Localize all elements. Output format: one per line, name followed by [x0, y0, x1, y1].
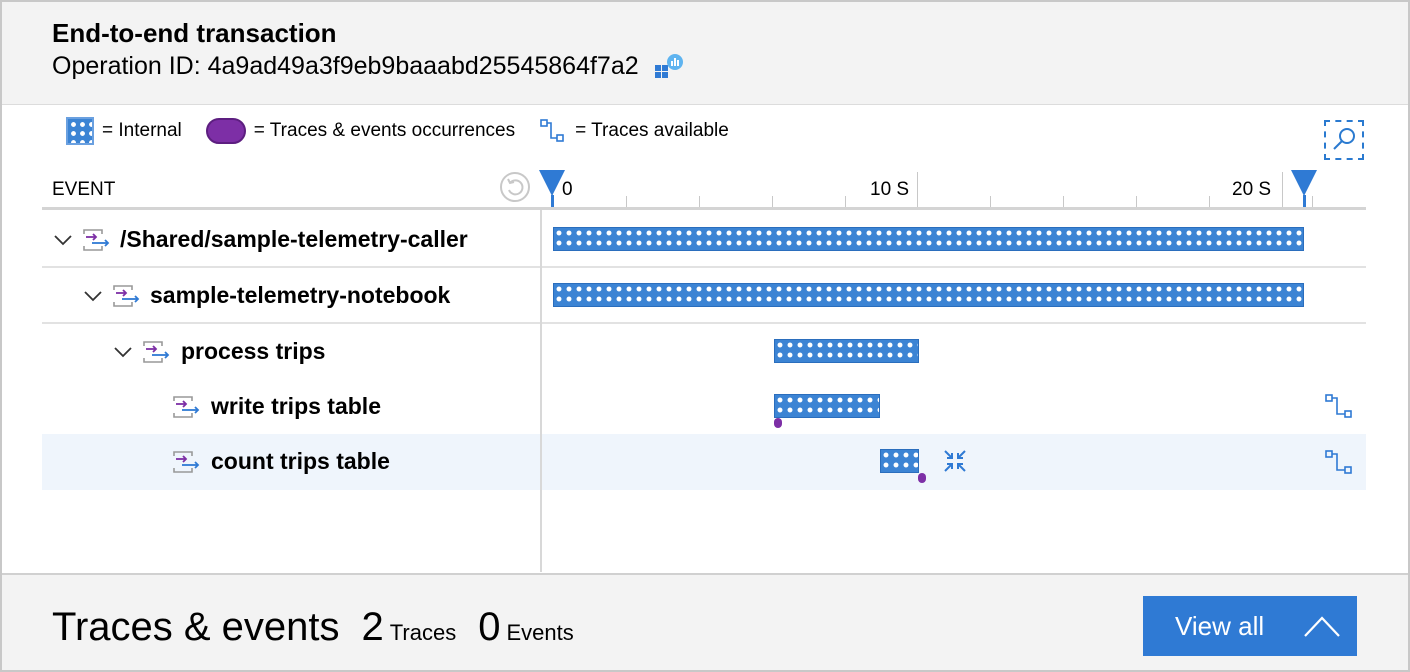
row-label: write trips table [211, 393, 381, 419]
search-icon [1333, 128, 1355, 150]
dependency-icon [113, 285, 140, 307]
tick-label-20s: 20 S [1232, 179, 1272, 200]
app-insights-icon[interactable] [653, 53, 685, 81]
timeline-bar[interactable] [774, 394, 880, 418]
legend-traces-available: = Traces available [539, 117, 729, 145]
row-label: process trips [181, 338, 326, 364]
table-row[interactable]: count trips table [42, 434, 1366, 490]
traces-events-summary: Traces & events 2 Traces 0 Events [52, 605, 574, 650]
timeline-bar[interactable] [553, 283, 1304, 307]
row-label: sample-telemetry-notebook [150, 282, 451, 308]
chevron-down-icon[interactable] [82, 285, 104, 307]
timeline-bar[interactable] [774, 339, 919, 363]
internal-icon [66, 117, 94, 145]
collapse-icon[interactable] [942, 448, 968, 474]
traces-events-icon [205, 118, 246, 144]
traces-available-icon[interactable] [1324, 449, 1354, 477]
events-unit: Events [506, 620, 574, 645]
events-count: 0 [478, 605, 501, 649]
chevron-up-icon [1304, 616, 1340, 637]
row-label: /Shared/sample-telemetry-caller [120, 226, 468, 252]
traces-events-footer: Traces & events 2 Traces 0 Events View a… [2, 573, 1408, 670]
dependency-icon [173, 396, 200, 418]
legend-traces-events: = Traces & events occurrences [205, 118, 516, 144]
dependency-icon [143, 341, 170, 363]
range-start-handle[interactable] [538, 169, 566, 211]
footer-title: Traces & events [52, 605, 340, 649]
row-label: count trips table [211, 448, 390, 474]
table-row[interactable]: write trips table [42, 379, 1366, 435]
table-row[interactable]: process trips [42, 324, 1366, 380]
chevron-down-icon[interactable] [112, 341, 134, 363]
operation-id: Operation ID: 4a9ad49a3f9eb9baaabd255458… [52, 52, 685, 81]
tick-major [917, 172, 918, 208]
view-all-label: View all [1175, 610, 1265, 641]
trace-occurrence-marker[interactable] [918, 473, 926, 483]
trace-occurrence-marker[interactable] [774, 418, 782, 428]
tick-label-10s: 10 S [870, 179, 910, 200]
dependency-icon [83, 229, 110, 251]
legend: = Internal = Traces & events occurrences… [66, 116, 753, 146]
timeline-bar[interactable] [880, 449, 919, 473]
traces-unit: Traces [389, 620, 457, 645]
header-divider [42, 207, 1366, 210]
traces-available-icon [539, 117, 567, 145]
legend-traces-available-label: = Traces available [575, 120, 729, 141]
event-column-header: EVENT [52, 179, 116, 200]
zoom-select-button[interactable] [1324, 120, 1364, 160]
tick-major [1282, 172, 1283, 208]
operation-id-text: Operation ID: 4a9ad49a3f9eb9baaabd255458… [52, 52, 639, 80]
page-title: End-to-end transaction [52, 18, 337, 48]
timeline-bar[interactable] [553, 227, 1304, 251]
view-all-button[interactable]: View all [1143, 596, 1357, 656]
reset-zoom-icon[interactable] [499, 171, 531, 203]
traces-count: 2 [361, 605, 384, 649]
dependency-icon [173, 451, 200, 473]
header: End-to-end transaction Operation ID: 4a9… [2, 2, 1408, 105]
traces-available-icon[interactable] [1324, 393, 1354, 421]
legend-traces-events-label: = Traces & events occurrences [253, 120, 516, 141]
range-end-handle[interactable] [1290, 169, 1318, 211]
column-divider [540, 210, 542, 572]
legend-internal: = Internal [66, 117, 182, 145]
chevron-down-icon[interactable] [52, 229, 74, 251]
legend-internal-label: = Internal [102, 120, 182, 141]
